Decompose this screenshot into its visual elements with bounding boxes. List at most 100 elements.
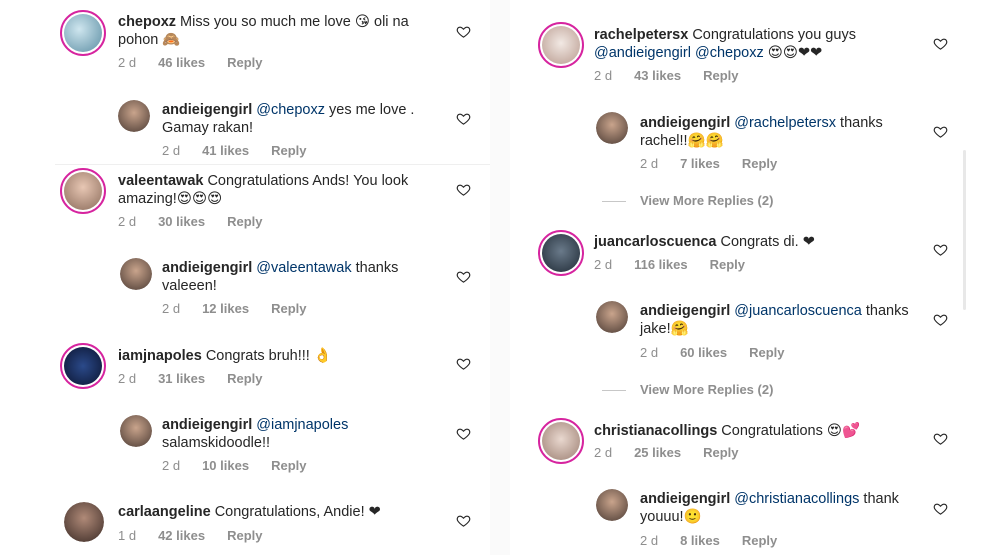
avatar-andieigengirl[interactable]: [120, 258, 152, 290]
comment-likes[interactable]: 25 likes: [634, 445, 681, 460]
comment-time: 2 d: [594, 257, 613, 272]
comment-meta: 2 d 30 likes Reply: [118, 214, 284, 229]
heart-icon[interactable]: [932, 36, 948, 52]
comment-text: rachelpetersx Congratulations you guys @a…: [594, 26, 934, 62]
avatar-chepoxz[interactable]: [60, 10, 106, 56]
comment-text: juancarloscuenca Congrats di. ❤: [594, 233, 934, 251]
reply-meta: 2 d 10 likes Reply: [162, 458, 328, 473]
view-more-replies-button[interactable]: View More Replies (2): [602, 382, 773, 397]
reply-meta: 2 d 7 likes Reply: [640, 156, 799, 171]
avatar-carlaangeline[interactable]: [64, 502, 104, 542]
reply-button[interactable]: Reply: [227, 371, 262, 386]
reply-text: andieigengirl @valeentawak thanks valeeen…: [162, 259, 452, 295]
avatar-andieigengirl[interactable]: [596, 301, 628, 333]
reply-button[interactable]: Reply: [742, 156, 777, 171]
comment-body: Congrats bruh!!! 👌: [205, 348, 332, 364]
scrollbar[interactable]: [963, 150, 966, 310]
reply-username[interactable]: andieigengirl: [162, 260, 252, 276]
comment-username[interactable]: christianacollings: [594, 423, 717, 439]
avatar-christianacollings[interactable]: [538, 418, 584, 464]
avatar-andieigengirl[interactable]: [596, 112, 628, 144]
comment-username[interactable]: valeentawak: [118, 173, 203, 189]
comment-text: chepoxz Miss you so much me love 😘 oli na…: [118, 13, 448, 49]
reply-time: 2 d: [162, 143, 181, 158]
comment-likes[interactable]: 30 likes: [158, 214, 205, 229]
comment-meta: 2 d 46 likes Reply: [118, 55, 284, 70]
reply-username[interactable]: andieigengirl: [162, 102, 252, 118]
reply-button[interactable]: Reply: [227, 214, 262, 229]
right-comments-panel: rachelpetersx Congratulations you guys @a…: [510, 0, 1000, 555]
comment-time: 2 d: [118, 55, 137, 70]
avatar-valeentawak[interactable]: [60, 168, 106, 214]
comment-text: christianacollings Congratulations 😍💕: [594, 422, 934, 440]
heart-icon[interactable]: [455, 24, 471, 40]
reply-likes[interactable]: 41 likes: [202, 143, 249, 158]
avatar-andieigengirl[interactable]: [596, 489, 628, 521]
reply-likes[interactable]: 10 likes: [202, 458, 249, 473]
heart-icon[interactable]: [455, 426, 471, 442]
comment-likes[interactable]: 116 likes: [634, 257, 688, 272]
heart-icon[interactable]: [455, 356, 471, 372]
reply-likes[interactable]: 8 likes: [680, 533, 720, 548]
reply-button[interactable]: Reply: [271, 143, 306, 158]
avatar-rachelpetersx[interactable]: [538, 22, 584, 68]
reply-button[interactable]: Reply: [271, 301, 306, 316]
heart-icon[interactable]: [455, 111, 471, 127]
reply-text: andieigengirl @juancarloscuenca thanks ja…: [640, 302, 930, 338]
reply-time: 2 d: [640, 345, 659, 360]
reply-button[interactable]: Reply: [703, 68, 738, 83]
reply-mention[interactable]: @rachelpetersx: [734, 115, 836, 131]
comment-username[interactable]: iamjnapoles: [118, 348, 202, 364]
reply-likes[interactable]: 7 likes: [680, 156, 720, 171]
reply-body: salamskidoodle!!: [162, 435, 270, 451]
reply-username[interactable]: andieigengirl: [162, 417, 252, 433]
heart-icon[interactable]: [455, 513, 471, 529]
reply-username[interactable]: andieigengirl: [640, 491, 730, 507]
comment-body: Congratulations you guys: [692, 27, 856, 43]
comment-mentions[interactable]: @andieigengirl @chepoxz: [594, 45, 764, 61]
reply-likes[interactable]: 12 likes: [202, 301, 249, 316]
heart-icon[interactable]: [932, 501, 948, 517]
reply-mention[interactable]: @iamjnapoles: [256, 417, 348, 433]
left-comments-panel: chepoxz Miss you so much me love 😘 oli na…: [0, 0, 490, 555]
comment-meta: 2 d 31 likes Reply: [118, 371, 284, 386]
heart-icon[interactable]: [932, 124, 948, 140]
reply-username[interactable]: andieigengirl: [640, 115, 730, 131]
reply-mention[interactable]: @valeentawak: [256, 260, 351, 276]
reply-username[interactable]: andieigengirl: [640, 303, 730, 319]
heart-icon[interactable]: [932, 431, 948, 447]
comment-username[interactable]: carlaangeline: [118, 504, 211, 520]
reply-mention[interactable]: @christianacollings: [734, 491, 859, 507]
reply-button[interactable]: Reply: [227, 55, 262, 70]
avatar-juancarloscuenca[interactable]: [538, 230, 584, 276]
comment-likes[interactable]: 42 likes: [158, 528, 205, 543]
avatar-andieigengirl[interactable]: [120, 415, 152, 447]
avatar-iamjnapoles[interactable]: [60, 343, 106, 389]
avatar-andieigengirl[interactable]: [118, 100, 150, 132]
reply-meta: 2 d 12 likes Reply: [162, 301, 328, 316]
reply-mention[interactable]: @juancarloscuenca: [734, 303, 862, 319]
reply-mention[interactable]: @chepoxz: [256, 102, 325, 118]
comment-username[interactable]: chepoxz: [118, 14, 176, 30]
comment-text: iamjnapoles Congrats bruh!!! 👌: [118, 347, 448, 365]
comment-username[interactable]: rachelpetersx: [594, 27, 688, 43]
comment-likes[interactable]: 43 likes: [634, 68, 681, 83]
reply-button[interactable]: Reply: [703, 445, 738, 460]
comment-likes[interactable]: 46 likes: [158, 55, 205, 70]
comment-likes[interactable]: 31 likes: [158, 371, 205, 386]
heart-icon[interactable]: [455, 269, 471, 285]
comment-body: Congratulations, Andie! ❤: [214, 504, 381, 520]
reply-time: 2 d: [162, 301, 181, 316]
heart-icon[interactable]: [932, 312, 948, 328]
heart-icon[interactable]: [932, 242, 948, 258]
heart-icon[interactable]: [455, 182, 471, 198]
reply-likes[interactable]: 60 likes: [680, 345, 727, 360]
reply-button[interactable]: Reply: [271, 458, 306, 473]
comment-username[interactable]: juancarloscuenca: [594, 234, 717, 250]
comment-time: 2 d: [594, 445, 613, 460]
view-more-replies-button[interactable]: View More Replies (2): [602, 193, 773, 208]
reply-button[interactable]: Reply: [749, 345, 784, 360]
reply-button[interactable]: Reply: [710, 257, 745, 272]
reply-button[interactable]: Reply: [742, 533, 777, 548]
reply-button[interactable]: Reply: [227, 528, 262, 543]
